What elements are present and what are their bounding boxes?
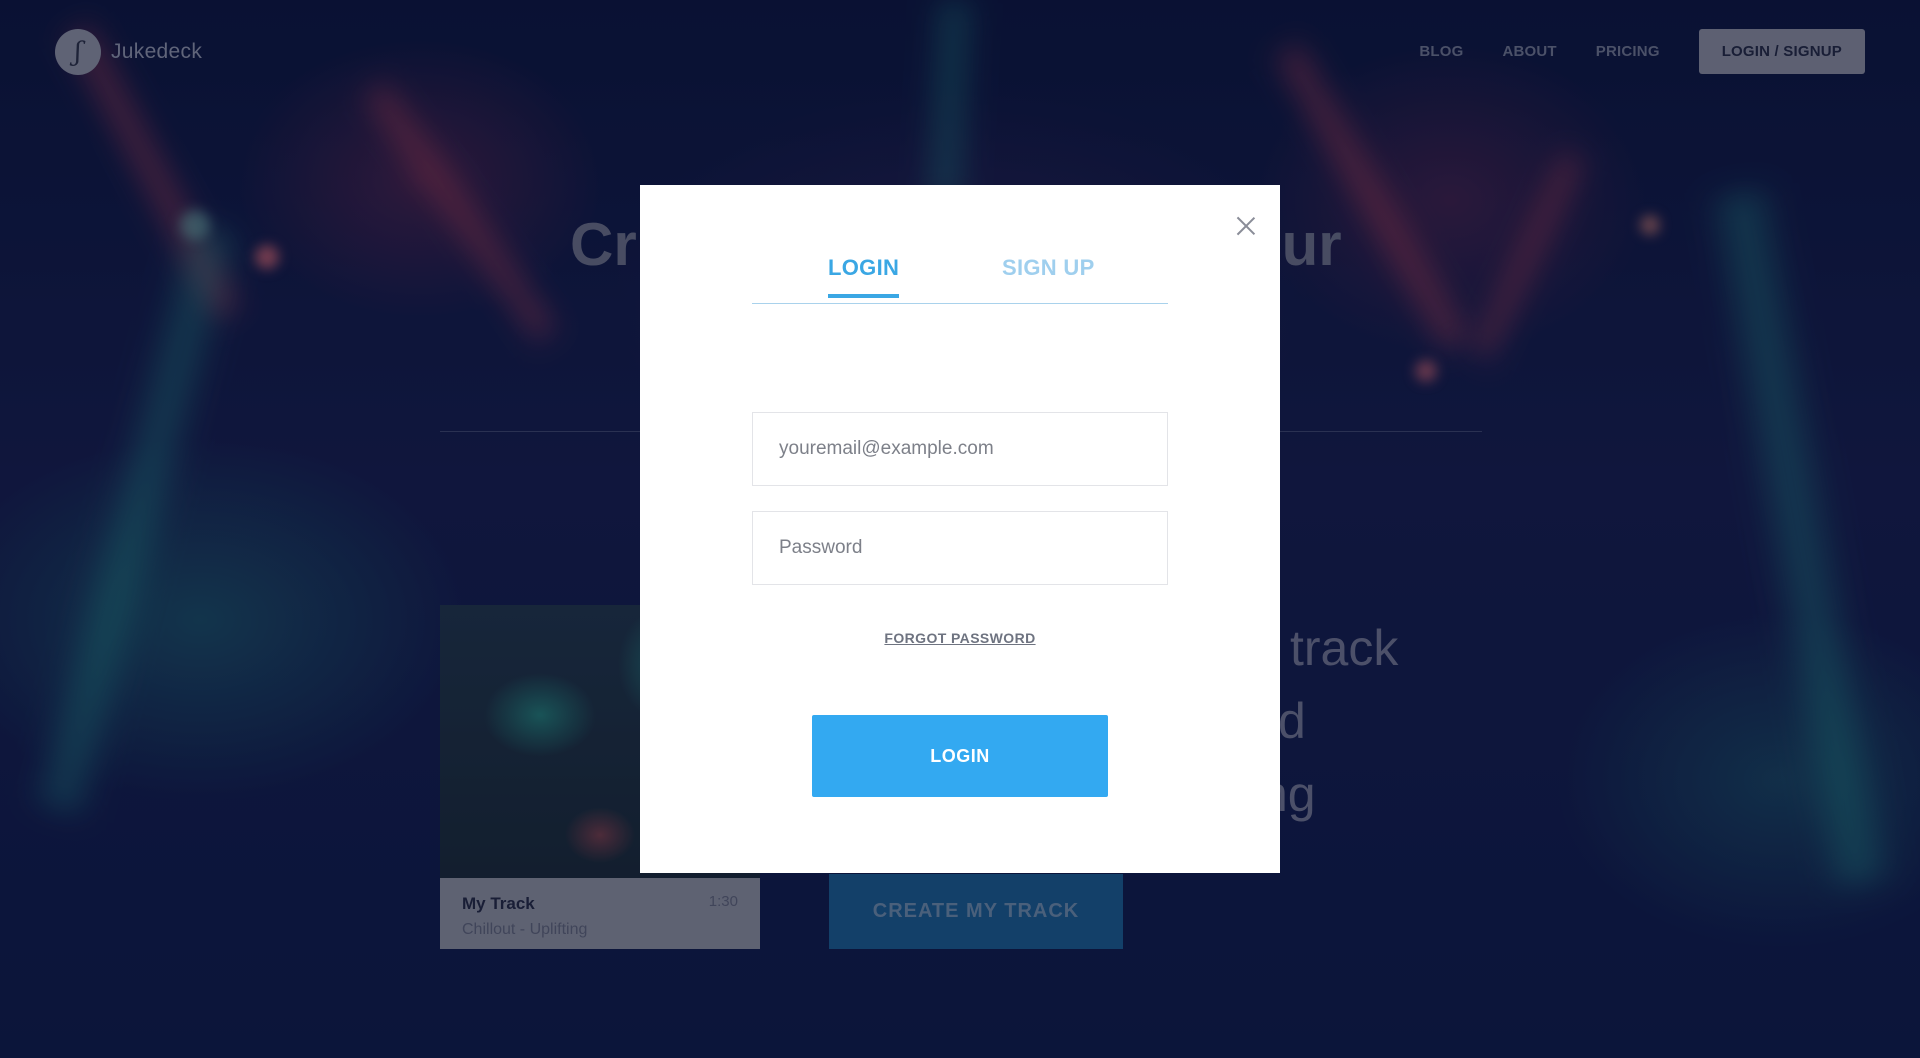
auth-tabs: LOGIN SIGN UP bbox=[752, 255, 1168, 304]
forgot-password-link[interactable]: FORGOT PASSWORD bbox=[884, 630, 1035, 646]
close-icon[interactable] bbox=[1235, 215, 1257, 237]
login-modal: LOGIN SIGN UP FORGOT PASSWORD LOGIN bbox=[640, 185, 1280, 873]
email-input[interactable] bbox=[752, 412, 1168, 486]
login-button[interactable]: LOGIN bbox=[812, 715, 1108, 797]
tab-login[interactable]: LOGIN bbox=[828, 255, 900, 298]
forgot-password-container: FORGOT PASSWORD bbox=[640, 628, 1280, 647]
tab-signup[interactable]: SIGN UP bbox=[1002, 255, 1095, 295]
password-input[interactable] bbox=[752, 511, 1168, 585]
